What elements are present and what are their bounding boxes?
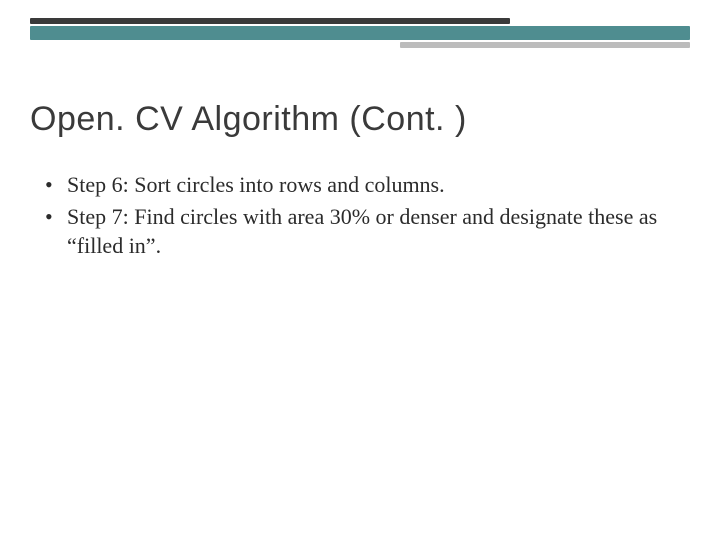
bullet-item: Step 6: Sort circles into rows and colum… [45, 170, 665, 200]
bullet-item: Step 7: Find circles with area 30% or de… [45, 202, 665, 261]
accent-bar-dark [30, 18, 510, 24]
slide-title: Open. CV Algorithm (Cont. ) [30, 100, 467, 139]
accent-bar-teal [30, 26, 690, 40]
slide-body: Step 6: Sort circles into rows and colum… [45, 170, 665, 263]
accent-bar-gray [400, 42, 690, 48]
slide: Open. CV Algorithm (Cont. ) Step 6: Sort… [0, 0, 720, 540]
